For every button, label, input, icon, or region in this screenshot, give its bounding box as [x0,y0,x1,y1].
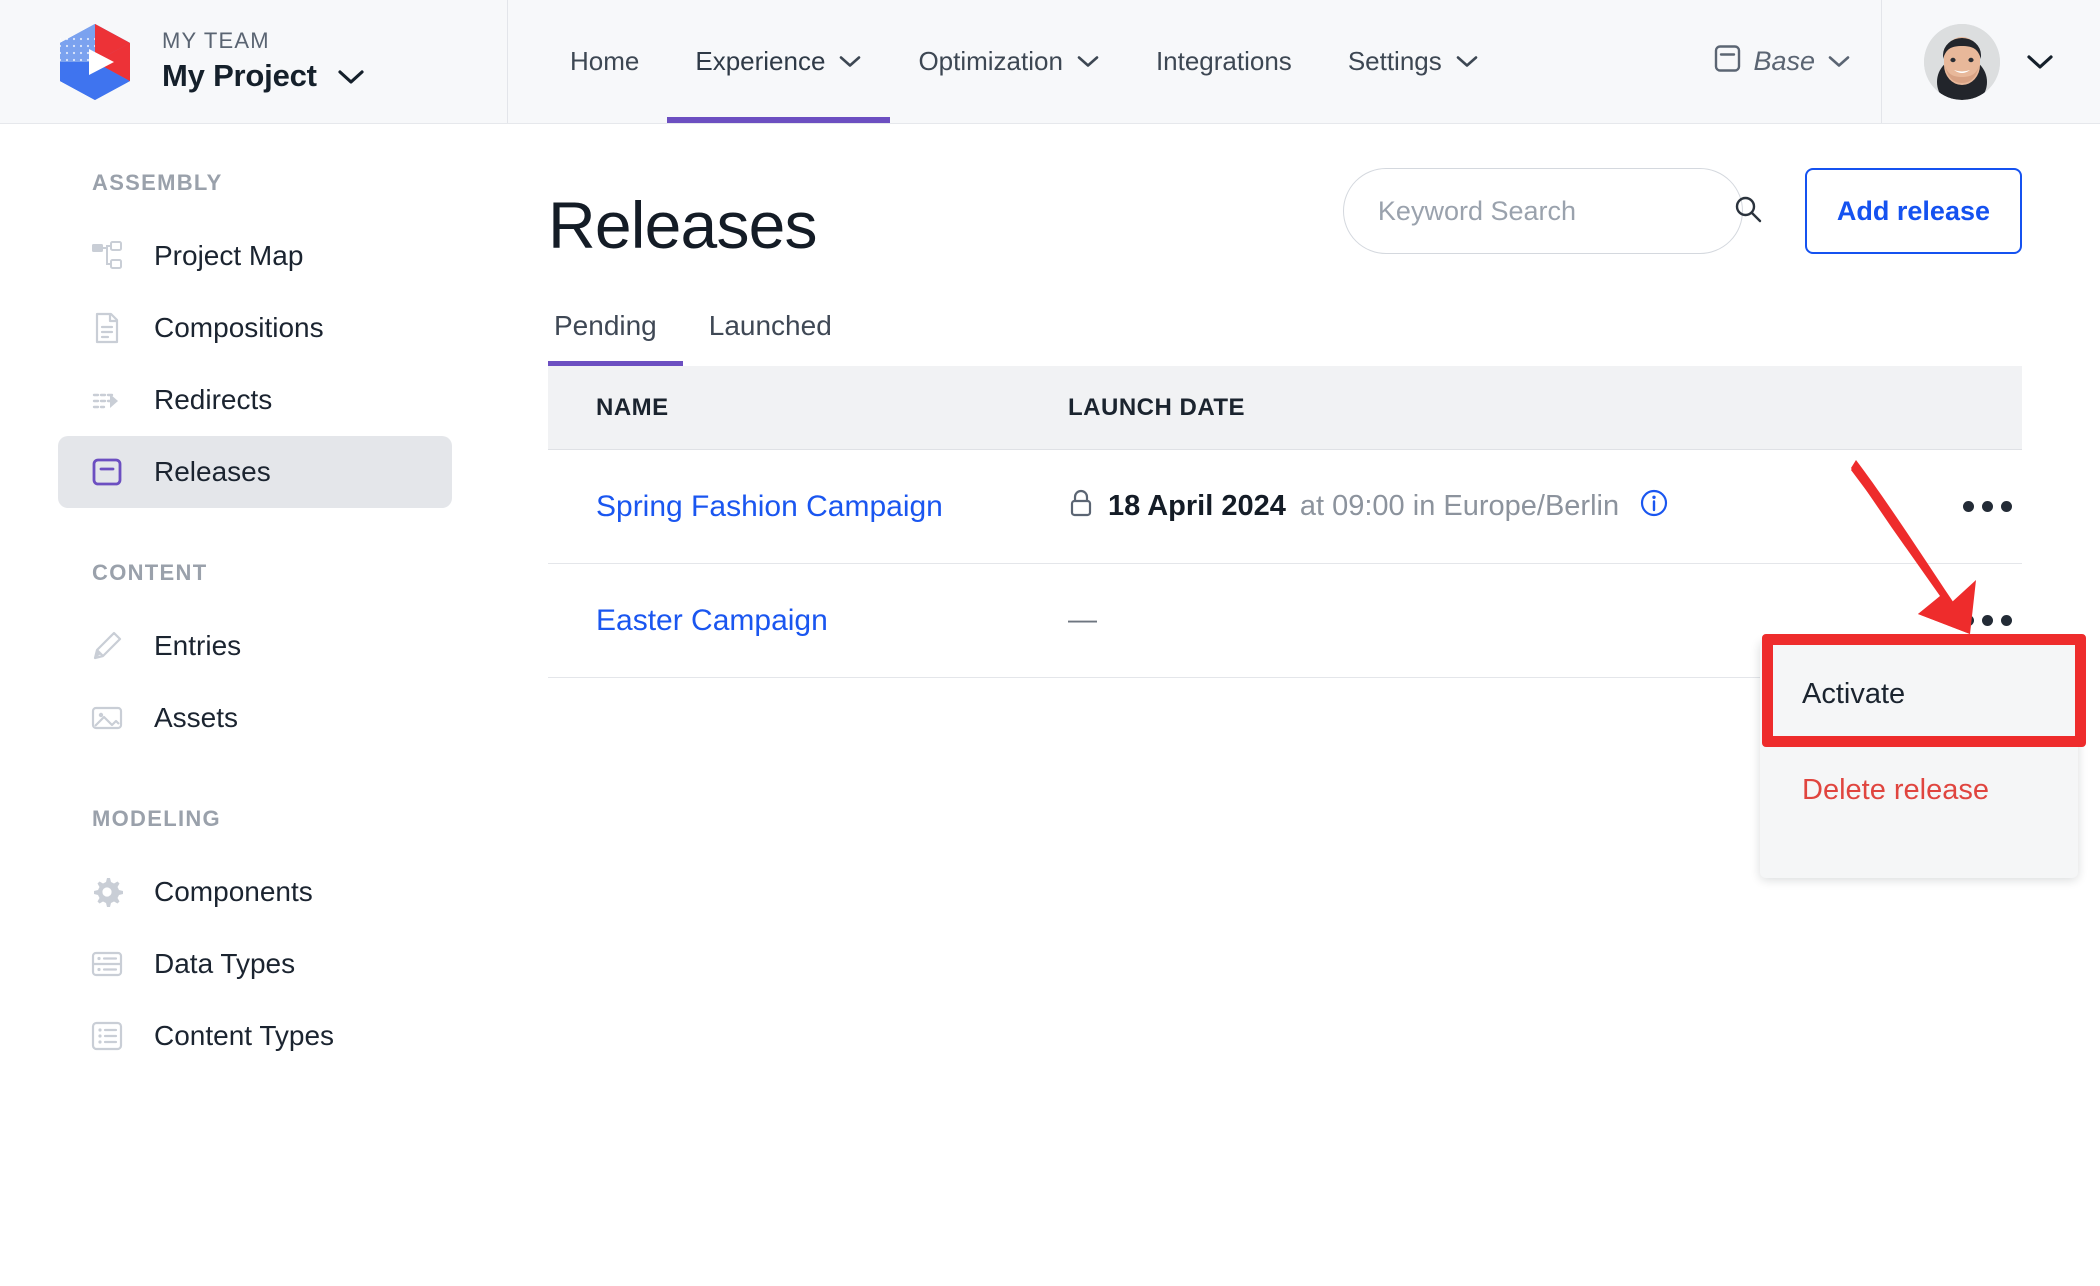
top-bar: MY TEAM My Project Home Experience Optim… [0,0,2100,124]
main-navigation: Home Experience Optimization Integration… [508,0,2100,123]
page-header-actions: Add release [1342,168,2022,254]
nav-item-label: Integrations [1155,46,1292,76]
sidebar-item-assets[interactable]: Assets [58,682,452,754]
chevron-down-icon[interactable] [337,68,365,86]
kebab-menu-icon[interactable] [1963,491,2012,522]
row-actions-cell [1872,491,2022,522]
sidebar-item-redirects[interactable]: Redirects [58,364,452,436]
sidebar: ASSEMBLY Project Map Compositions Redire… [0,124,508,1286]
sidebar-item-data-types[interactable]: Data Types [58,928,452,1000]
sidebar-item-components[interactable]: Components [58,856,452,928]
project-name: My Project [162,58,317,94]
launch-date-empty: — [1068,604,1097,636]
page-title: Releases [548,188,818,262]
release-name-cell: Easter Campaign [548,604,1068,638]
pencil-icon [90,629,124,663]
release-name-cell: Spring Fashion Campaign [548,490,1068,524]
column-header-name: NAME [596,393,669,421]
nav-right-cluster: Base [1684,0,2100,123]
chevron-down-icon [1455,54,1479,69]
list-icon [90,1019,124,1053]
base-label: Base [1753,46,1815,76]
user-menu[interactable] [1881,0,2100,123]
nav-item-label: Experience [695,46,826,76]
base-selector[interactable]: Base [1684,44,1881,80]
gear-icon [90,875,124,909]
releases-table: NAME LAUNCH DATE Spring Fashion Campaign… [548,366,2022,678]
release-link[interactable]: Easter Campaign [596,604,828,637]
search-input[interactable] [1377,195,1732,227]
release-link[interactable]: Spring Fashion Campaign [596,490,943,523]
nav-item-optimization[interactable]: Optimization [890,0,1128,123]
chevron-down-icon [1827,54,1851,69]
sidebar-item-entries[interactable]: Entries [58,610,452,682]
app-root: MY TEAM My Project Home Experience Optim… [0,0,2100,1286]
sidebar-item-label: Entries [154,630,242,661]
sidebar-item-releases[interactable]: Releases [58,436,452,508]
chevron-down-icon [1076,54,1100,69]
release-date-cell: — [1068,604,1872,637]
chevron-down-icon [2026,53,2054,71]
sidebar-item-label: Compositions [154,312,324,343]
kebab-menu-icon[interactable] [1963,605,2012,636]
sidebar-heading-assembly: ASSEMBLY [92,170,223,195]
tab-label: Launched [708,310,832,341]
release-date-cell: 18 April 2024 at 09:00 in Europe/Berlin [1068,488,1872,526]
menu-item-activate[interactable]: Activate [1760,646,2078,742]
tab-pending[interactable]: Pending [548,310,683,366]
team-label: MY TEAM [162,27,270,53]
tab-launched[interactable]: Launched [683,310,858,366]
sidebar-item-label: Content Types [154,1020,335,1051]
nav-item-label: Settings [1347,46,1442,76]
uniform-hexagon-play-logo [58,23,132,101]
row-actions-cell [1872,605,2022,636]
nav-item-label: Optimization [918,46,1063,76]
sidebar-item-content-types[interactable]: Content Types [58,1000,452,1072]
document-lines-icon [90,311,124,345]
row-context-menu: Activate Delete release [1760,640,2078,878]
main-content: Releases Add release Pending [508,124,2100,1286]
brand-text: MY TEAM My Project [162,27,365,94]
nav-item-integrations[interactable]: Integrations [1128,0,1320,123]
table-row: Spring Fashion Campaign 18 April 2024 at… [548,450,2022,564]
nav-item-label: Home [570,46,640,76]
arrow-redirect-icon [90,383,124,417]
sitemap-icon [90,239,124,273]
table-header-row: NAME LAUNCH DATE [548,366,2022,450]
page-header: Releases Add release [508,124,2100,258]
lock-icon [1068,488,1094,526]
info-circle-icon[interactable] [1639,488,1669,526]
sidebar-item-label: Releases [154,456,271,487]
nav-item-experience[interactable]: Experience [667,0,891,123]
sidebar-heading-modeling: MODELING [92,806,221,831]
chevron-down-icon [838,54,862,69]
sidebar-item-label: Project Map [154,240,304,271]
nav-item-home[interactable]: Home [542,0,667,123]
brand-block[interactable]: MY TEAM My Project [0,0,508,123]
sidebar-item-label: Assets [154,702,239,733]
sidebar-item-label: Components [154,876,313,907]
data-rows-icon [90,947,124,981]
release-window-icon [90,455,124,489]
add-release-button[interactable]: Add release [1804,168,2022,254]
sidebar-item-label: Data Types [154,948,296,979]
release-tabs: Pending Launched [508,258,2100,366]
sidebar-item-compositions[interactable]: Compositions [58,292,452,364]
tab-label: Pending [554,310,657,341]
sidebar-heading-content: CONTENT [92,560,208,585]
column-header-launch-date: LAUNCH DATE [1068,393,1246,421]
device-frame-icon [1714,44,1741,80]
sidebar-item-label: Redirects [154,384,273,415]
image-icon [90,701,124,735]
nav-item-settings[interactable]: Settings [1320,0,1507,123]
menu-item-delete-release[interactable]: Delete release [1760,742,2078,838]
launch-time-timezone: at 09:00 in Europe/Berlin [1299,490,1620,522]
search-icon[interactable] [1732,193,1764,230]
sidebar-item-project-map[interactable]: Project Map [58,220,452,292]
user-avatar-photo [1924,23,2000,100]
launch-date-value: 18 April 2024 [1108,490,1286,522]
search-box[interactable] [1342,168,1762,254]
